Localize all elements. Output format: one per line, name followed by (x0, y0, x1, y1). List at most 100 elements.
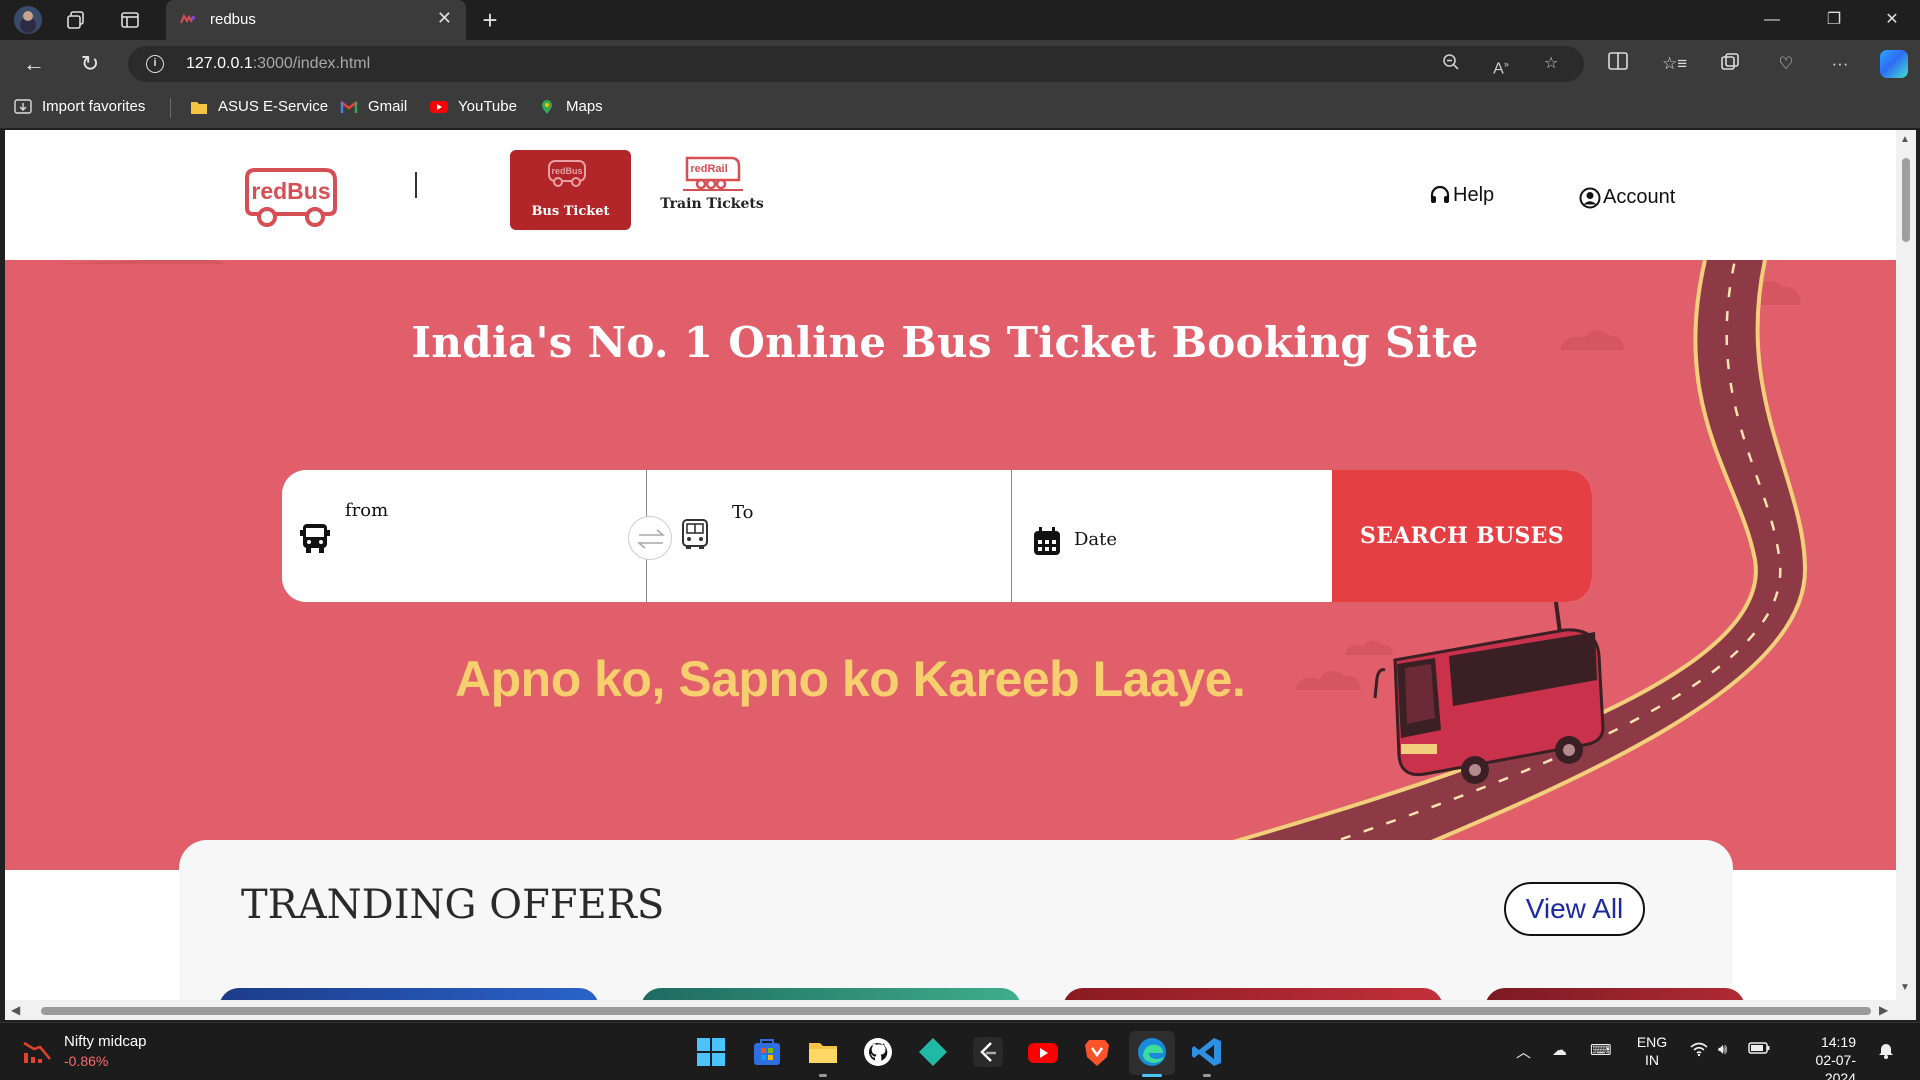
close-window-icon[interactable]: ✕ (1872, 6, 1912, 34)
split-screen-icon[interactable] (1606, 52, 1630, 76)
hero-title: India's No. 1 Online Bus Ticket Booking … (411, 318, 1479, 367)
notification-bell-icon[interactable] (1878, 1041, 1894, 1063)
system-clock[interactable]: 14:19 02-07-2024 (1786, 1033, 1856, 1080)
clock-time: 14:19 (1820, 1034, 1856, 1050)
keyboard-icon[interactable]: ⌨ (1590, 1041, 1612, 1059)
favorites-icon[interactable]: ☆≡ (1662, 52, 1687, 76)
windows-taskbar: Nifty midcap -0.86% ︿ ☁ ⌨ ENG IN 🔊︎ 14:1… (0, 1022, 1920, 1080)
app-diamond-icon[interactable] (916, 1035, 950, 1069)
from-field[interactable]: from (282, 470, 647, 602)
horizontal-scrollbar[interactable]: ◀ ▶ (5, 1000, 1916, 1020)
scroll-right-icon[interactable]: ▶ (1879, 1003, 1888, 1017)
leetcode-icon[interactable] (971, 1035, 1005, 1069)
file-explorer-icon[interactable] (806, 1035, 840, 1069)
widget-name[interactable]: Nifty midcap (64, 1033, 147, 1050)
tab-close-icon[interactable]: ✕ (437, 8, 452, 29)
search-buses-button[interactable]: SEARCH BUSES (1332, 470, 1592, 602)
import-icon (14, 98, 32, 114)
browser-essentials-icon[interactable]: ♡ (1774, 52, 1798, 76)
edge-browser-icon[interactable] (1135, 1035, 1169, 1069)
svg-text:redBus: redBus (551, 166, 582, 176)
calendar-icon (1034, 527, 1060, 555)
tab-title: redbus (210, 11, 256, 28)
bus-illustration (1373, 628, 1605, 784)
account-link[interactable]: Account (1579, 186, 1675, 209)
fav-gmail[interactable]: Gmail (340, 98, 407, 115)
bus-ticket-label: Bus Ticket (531, 204, 610, 219)
youtube-app-icon[interactable] (1026, 1035, 1060, 1069)
restore-icon[interactable]: ❐ (1814, 6, 1854, 34)
swap-icon[interactable] (628, 516, 672, 560)
svg-text:redRail: redRail (690, 163, 727, 175)
scroll-up-icon[interactable]: ▲ (1900, 134, 1910, 145)
help-link[interactable]: Help (1429, 184, 1494, 207)
to-field[interactable]: To (647, 470, 1012, 602)
page-viewport: redBus redBus Bus Ticket redRail Train T… (5, 130, 1916, 1020)
scroll-down-icon[interactable]: ▼ (1900, 982, 1910, 993)
date-field[interactable]: Date (1012, 470, 1327, 602)
url-text[interactable]: 127.0.0.1:3000/index.html (186, 55, 370, 73)
stock-chart-icon[interactable] (22, 1039, 52, 1065)
microsoft-store-icon[interactable] (750, 1035, 784, 1069)
profile-avatar[interactable] (14, 6, 42, 34)
address-bar[interactable]: i 127.0.0.1:3000/index.html A» ☆ (128, 46, 1584, 82)
favorite-star-icon[interactable]: ☆ (1540, 53, 1562, 75)
read-aloud-icon[interactable]: A» (1490, 53, 1512, 77)
horizontal-scroll-thumb[interactable] (41, 1007, 1871, 1015)
wifi-icon[interactable] (1690, 1041, 1708, 1061)
workspaces-icon[interactable] (64, 8, 88, 32)
refresh-icon[interactable]: ↻ (76, 50, 104, 78)
account-label: Account (1603, 186, 1676, 208)
folder-icon (191, 101, 207, 114)
site-info-icon[interactable]: i (146, 55, 164, 73)
hero-banner: India's No. 1 Online Bus Ticket Booking … (5, 260, 1896, 870)
widget-value: -0.86% (64, 1053, 109, 1069)
tab-train-tickets[interactable]: redRail Train Tickets (657, 152, 767, 232)
tab-actions-icon[interactable] (118, 8, 142, 32)
vertical-scroll-thumb[interactable] (1902, 158, 1910, 242)
collections-icon[interactable] (1718, 52, 1742, 76)
start-icon[interactable] (694, 1035, 728, 1069)
bus-icon (300, 524, 330, 553)
copilot-icon[interactable] (1880, 50, 1908, 78)
user-circle-icon (1579, 187, 1601, 208)
tray-overflow-icon[interactable]: ︿ (1516, 1041, 1531, 1062)
address-toolbar: ← ↻ i 127.0.0.1:3000/index.html A» ☆ ☆≡ … (0, 40, 1920, 88)
volume-icon[interactable]: 🔊︎ (1718, 1041, 1727, 1058)
fav-youtube[interactable]: YouTube (430, 98, 517, 115)
zoom-icon[interactable] (1440, 53, 1462, 75)
header-divider (415, 172, 417, 198)
new-tab-icon[interactable]: + (478, 5, 502, 35)
redbus-favicon-icon (180, 13, 195, 24)
fav-import-favorites[interactable]: Import favorites (14, 98, 145, 115)
gmail-icon (340, 100, 358, 113)
search-form: from To Date SEARCH BUSES (282, 470, 1592, 602)
fav-maps[interactable]: Maps (538, 98, 603, 115)
site-header: redBus redBus Bus Ticket redRail Train T… (5, 130, 1896, 260)
browser-tab-redbus[interactable]: redbus ✕ (166, 0, 466, 40)
trending-offers-section: TRANDING OFFERS View All (179, 840, 1745, 1020)
headset-icon (1430, 185, 1450, 203)
tab-bus-ticket[interactable]: redBus Bus Ticket (510, 150, 631, 230)
view-all-button[interactable]: View All (1504, 882, 1645, 936)
onedrive-icon[interactable]: ☁ (1552, 1041, 1567, 1059)
svg-text:redBus: redBus (251, 178, 330, 204)
battery-icon[interactable] (1748, 1041, 1770, 1059)
fav-asus-eservice[interactable]: ASUS E-Service (190, 98, 328, 115)
scroll-left-icon[interactable]: ◀ (11, 1003, 20, 1017)
minimize-icon[interactable]: — (1752, 6, 1792, 34)
favorites-separator (170, 98, 171, 118)
language-indicator[interactable]: ENG IN (1636, 1033, 1668, 1069)
vscode-icon[interactable] (1190, 1035, 1224, 1069)
redbus-logo[interactable]: redBus (241, 164, 341, 228)
help-label: Help (1453, 184, 1495, 206)
tab-bar: redbus ✕ + — ❐ ✕ (0, 0, 1920, 40)
active-indicator (1142, 1074, 1162, 1077)
bus-front-icon (682, 519, 708, 549)
vertical-scrollbar[interactable]: ▲ ▼ (1896, 130, 1916, 1000)
back-icon[interactable]: ← (20, 50, 48, 78)
more-options-icon[interactable]: ··· (1828, 52, 1852, 76)
from-label: from (345, 500, 389, 521)
github-icon[interactable] (861, 1035, 895, 1069)
brave-browser-icon[interactable] (1080, 1035, 1114, 1069)
